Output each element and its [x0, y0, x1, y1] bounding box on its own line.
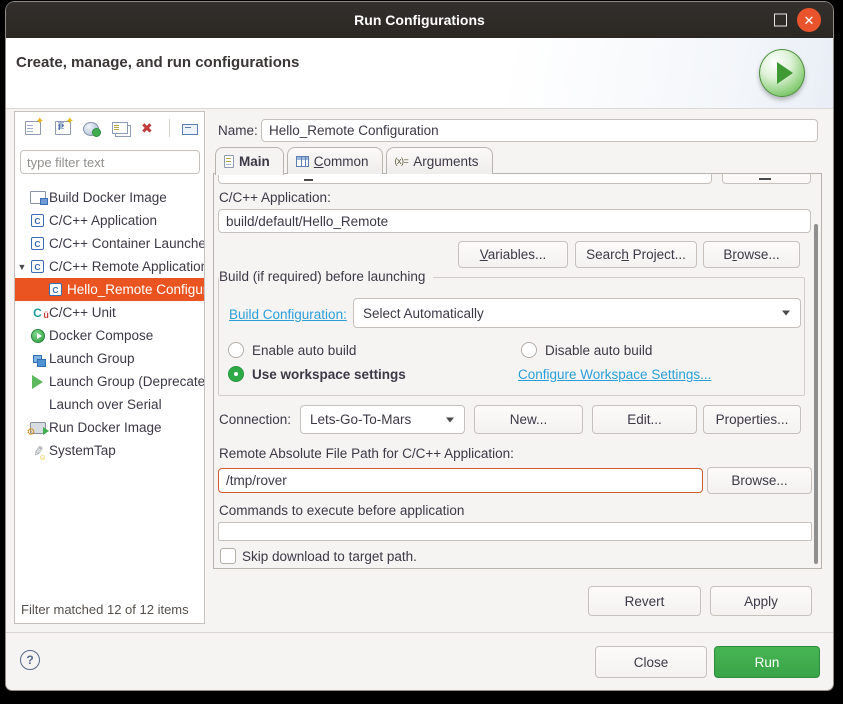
tree-item-launch-group-deprecated[interactable]: Launch Group (Deprecated): [15, 370, 204, 393]
commands-input[interactable]: [218, 522, 812, 541]
main-tab-content: C/C++ Application: Variables... Search P…: [213, 173, 822, 569]
c-application-icon: C: [31, 214, 44, 227]
dialog-header: Create, manage, and run configurations: [6, 38, 833, 109]
remote-path-input[interactable]: [218, 468, 703, 493]
docker-build-icon: [30, 191, 46, 204]
apply-button[interactable]: Apply: [710, 586, 812, 616]
help-icon[interactable]: ?: [20, 650, 40, 670]
play-circle-icon: [31, 329, 45, 343]
table-icon: [296, 156, 309, 167]
document-icon: [224, 155, 234, 168]
duplicate-icon[interactable]: [112, 122, 128, 134]
tab-bar: Main Common (x)= Arguments: [215, 147, 496, 174]
build-group-legend: Build (if required) before launching: [219, 269, 433, 284]
tree-item-c-remote-application[interactable]: ▼ C C/C++ Remote Application: [15, 255, 204, 278]
edit-connection-button[interactable]: Edit...: [592, 405, 697, 434]
c-unit-icon: C: [33, 306, 42, 320]
revert-button[interactable]: Revert: [588, 586, 701, 616]
skip-download-label: Skip download to target path.: [242, 549, 417, 564]
use-workspace-settings-radio[interactable]: [228, 366, 244, 382]
build-configuration-combo[interactable]: Select Automatically: [353, 298, 801, 328]
connection-combo[interactable]: Lets-Go-To-Mars: [300, 405, 465, 434]
run-configurations-dialog: Run Configurations ✕ Create, manage, and…: [6, 2, 833, 690]
browse-application-button[interactable]: Browse...: [703, 241, 800, 268]
export-configurations-icon[interactable]: [83, 122, 99, 136]
enable-auto-build-label: Enable auto build: [252, 343, 356, 358]
tree-item-run-docker-image[interactable]: Run Docker Image: [15, 416, 204, 439]
tree-item-c-unit[interactable]: C C/C++ Unit: [15, 301, 204, 324]
tree-item-c-container-launcher[interactable]: C C/C++ Container Launcher: [15, 232, 204, 255]
collapse-all-icon[interactable]: [182, 124, 198, 135]
browse-remote-path-button[interactable]: Browse...: [707, 467, 812, 494]
tree-item-c-application[interactable]: C C/C++ Application: [15, 209, 204, 232]
toolbar-separator: [169, 119, 170, 137]
systemtap-icon: ✎: [30, 444, 46, 457]
configure-workspace-settings-link[interactable]: Configure Workspace Settings...: [518, 367, 711, 382]
build-group: Build (if required) before launching Bui…: [218, 277, 805, 396]
titlebar: Run Configurations ✕: [6, 2, 833, 38]
configurations-tree: Build Docker Image C C/C++ Application C…: [15, 186, 204, 462]
vertical-scrollbar[interactable]: [814, 224, 818, 564]
connection-label: Connection:: [219, 412, 291, 427]
filter-status: Filter matched 12 of 12 items: [21, 602, 203, 617]
sidebar-toolbar: ✖: [15, 112, 204, 144]
new-connection-button[interactable]: New...: [474, 405, 583, 434]
close-button[interactable]: Close: [595, 646, 707, 678]
maximize-icon[interactable]: [774, 14, 787, 27]
new-configuration-icon[interactable]: [25, 121, 41, 135]
name-input[interactable]: [261, 119, 818, 142]
launch-group-icon: [33, 355, 42, 363]
filter-input[interactable]: [20, 150, 200, 174]
remote-path-label: Remote Absolute File Path for C/C++ Appl…: [219, 446, 514, 461]
header-title: Create, manage, and run configurations: [16, 54, 299, 71]
tab-common[interactable]: Common: [287, 147, 383, 174]
project-field-fragment[interactable]: [218, 173, 712, 184]
tab-main[interactable]: Main: [215, 147, 284, 175]
search-project-button[interactable]: Search Project...: [575, 241, 697, 268]
disable-auto-build-label: Disable auto build: [545, 343, 652, 358]
expander-icon[interactable]: ▼: [15, 262, 29, 272]
chevron-down-icon: [446, 417, 454, 422]
application-path-input[interactable]: [218, 209, 811, 233]
run-button[interactable]: Run: [714, 646, 820, 678]
application-label: C/C++ Application:: [219, 190, 331, 205]
run-banner-icon: [759, 49, 805, 97]
tree-item-systemtap[interactable]: ✎ SystemTap: [15, 439, 204, 462]
variables-button[interactable]: Variables...: [458, 241, 568, 268]
name-label: Name:: [218, 123, 258, 138]
enable-auto-build-radio[interactable]: [228, 342, 244, 358]
connection-properties-button[interactable]: Properties...: [703, 405, 801, 434]
window-title: Run Configurations: [354, 12, 485, 28]
project-browse-fragment[interactable]: [722, 173, 811, 184]
tree-item-hello-remote-configuration[interactable]: C Hello_Remote Configuration: [15, 278, 204, 301]
delete-icon[interactable]: ✖: [141, 120, 157, 136]
chevron-down-icon: [782, 311, 790, 316]
tab-arguments[interactable]: (x)= Arguments: [386, 147, 493, 174]
tree-item-launch-group[interactable]: Launch Group: [15, 347, 204, 370]
skip-download-checkbox[interactable]: [220, 548, 236, 564]
commands-label: Commands to execute before application: [219, 503, 464, 518]
c-application-icon: C: [49, 283, 62, 296]
close-icon[interactable]: ✕: [797, 8, 821, 32]
new-prototype-icon[interactable]: [55, 121, 71, 135]
tree-item-launch-over-serial[interactable]: Launch over Serial: [15, 393, 204, 416]
c-application-icon: C: [31, 260, 44, 273]
c-application-icon: C: [31, 237, 44, 250]
arguments-icon: (x)=: [395, 156, 409, 166]
play-triangle-icon: [32, 375, 43, 389]
tree-item-build-docker-image[interactable]: Build Docker Image: [15, 186, 204, 209]
docker-run-icon: [30, 422, 46, 434]
footer-separator: [6, 632, 833, 633]
disable-auto-build-radio[interactable]: [521, 342, 537, 358]
tree-item-docker-compose[interactable]: Docker Compose: [15, 324, 204, 347]
build-configuration-link[interactable]: Build Configuration:: [229, 307, 347, 322]
configurations-sidebar: ✖ Build Docker Image C C/C++ Application…: [14, 111, 205, 624]
use-workspace-settings-label: Use workspace settings: [252, 367, 406, 382]
configuration-editor: Name: Main Common (x)= Arguments C/C++ A…: [213, 119, 829, 624]
